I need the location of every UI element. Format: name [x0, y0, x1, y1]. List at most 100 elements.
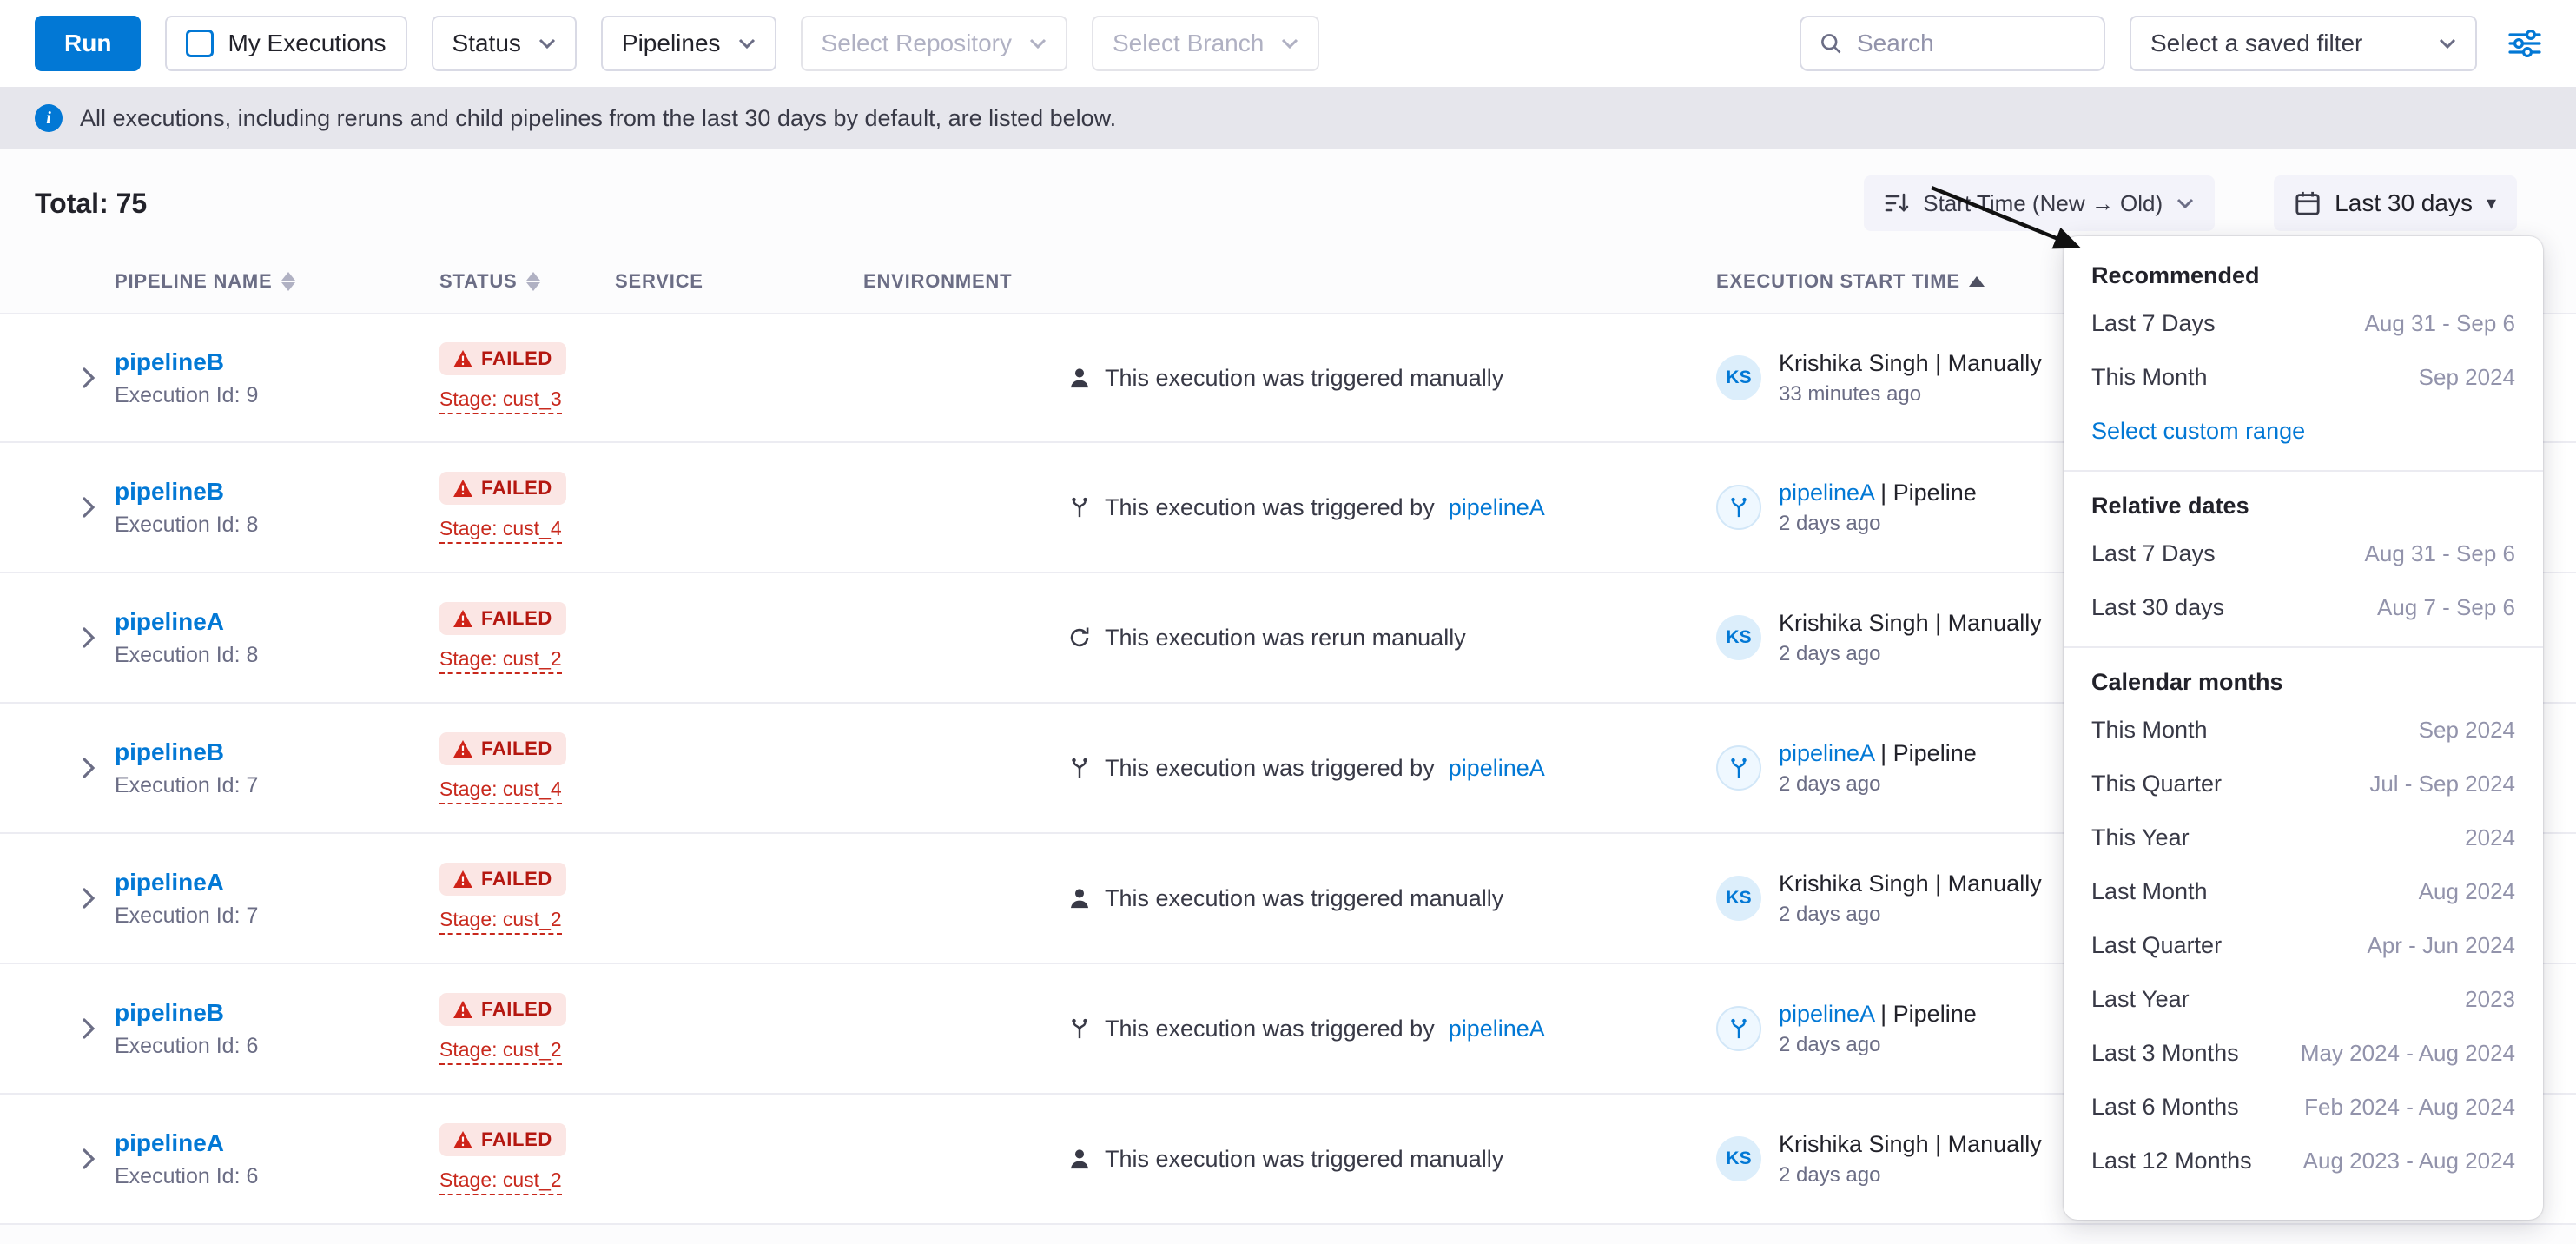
column-status[interactable]: STATUS	[439, 270, 615, 293]
warning-triangle-icon	[453, 1131, 472, 1148]
date-menu-item[interactable]: Select custom range	[2064, 404, 2543, 458]
info-banner: i All executions, including reruns and c…	[0, 87, 2576, 149]
execution-by-line: pipelineA | Pipeline	[1779, 740, 1977, 766]
status-cell: FAILED Stage: cust_2	[439, 602, 615, 674]
date-menu-item[interactable]: This Quarter Jul - Sep 2024	[2064, 757, 2543, 811]
row-expander[interactable]	[63, 367, 115, 388]
sort-arrow-up-icon[interactable]	[1969, 276, 1985, 287]
row-expander[interactable]	[63, 627, 115, 648]
date-menu-item-range: Aug 2023 - Aug 2024	[2303, 1148, 2515, 1175]
date-menu-item[interactable]: This Year 2024	[2064, 811, 2543, 864]
filter-sliders-icon[interactable]	[2508, 30, 2541, 57]
trigger-mode: Manually	[1948, 1131, 2042, 1157]
failed-stage-link[interactable]: Stage: cust_4	[439, 778, 562, 804]
trigger-pipeline-link[interactable]: pipelineA	[1449, 1016, 1545, 1042]
by-separator: |	[1935, 350, 1941, 376]
date-menu-items: This Month Sep 2024 This Quarter Jul - S…	[2064, 703, 2543, 1188]
trigger-pipeline-link[interactable]: pipelineA	[1449, 755, 1545, 782]
pipeline-name-link[interactable]: pipelineA	[115, 1129, 439, 1157]
date-menu-item[interactable]: Last 12 Months Aug 2023 - Aug 2024	[2064, 1134, 2543, 1188]
row-expander[interactable]	[63, 1148, 115, 1169]
executions-content: Total: 75 Start Time (New → Old)	[0, 149, 2576, 1244]
date-menu-item-label: This Year	[2091, 824, 2190, 851]
search-box[interactable]	[1800, 16, 2105, 71]
status-cell: FAILED Stage: cust_2	[439, 863, 615, 935]
user-icon	[1068, 1148, 1091, 1170]
sort-dropdown[interactable]: Start Time (New → Old)	[1864, 175, 2215, 231]
pipelines-filter-dropdown[interactable]: Pipelines	[601, 16, 776, 71]
failed-stage-link[interactable]: Stage: cust_2	[439, 908, 562, 935]
pipeline-name-cell: pipelineA Execution Id: 6	[115, 1129, 439, 1189]
pipelines-filter-label: Pipelines	[622, 30, 721, 57]
date-menu-item[interactable]: This Month Sep 2024	[2064, 350, 2543, 404]
date-menu-item[interactable]: This Month Sep 2024	[2064, 703, 2543, 757]
row-expander[interactable]	[63, 497, 115, 518]
pipeline-name-cell: pipelineB Execution Id: 9	[115, 348, 439, 408]
status-cell: FAILED Stage: cust_3	[439, 342, 615, 414]
execution-by-line: Krishika Singh | Manually	[1779, 350, 2042, 376]
date-menu-item[interactable]: Last 30 days Aug 7 - Sep 6	[2064, 580, 2543, 634]
select-branch-dropdown[interactable]: Select Branch	[1092, 16, 1319, 71]
execution-by-line: pipelineA | Pipeline	[1779, 1001, 1977, 1027]
list-header: Total: 75 Start Time (New → Old)	[0, 149, 2576, 250]
column-environment-label: ENVIRONMENT	[863, 270, 1012, 293]
date-menu-item-range: Aug 2024	[2419, 878, 2515, 905]
my-executions-toggle[interactable]: My Executions	[165, 16, 406, 71]
row-expander[interactable]	[63, 1018, 115, 1039]
pipeline-name-link[interactable]: pipelineB	[115, 738, 439, 766]
column-status-label: STATUS	[439, 270, 518, 293]
by-separator: |	[1935, 610, 1941, 636]
status-filter-dropdown[interactable]: Status	[432, 16, 577, 71]
trigger-mode: Manually	[1948, 870, 2042, 897]
warning-triangle-icon	[453, 870, 472, 888]
execution-by-line: Krishika Singh | Manually	[1779, 610, 2042, 636]
date-range-button[interactable]: Last 30 days ▾	[2274, 175, 2517, 231]
my-executions-checkbox[interactable]	[186, 30, 214, 57]
row-expander[interactable]	[63, 888, 115, 909]
status-badge: FAILED	[439, 472, 566, 505]
failed-stage-link[interactable]: Stage: cust_4	[439, 517, 562, 544]
failed-stage-link[interactable]: Stage: cust_2	[439, 1168, 562, 1195]
pipeline-name-link[interactable]: pipelineB	[115, 478, 439, 506]
column-pipeline-name[interactable]: PIPELINE NAME	[115, 270, 439, 293]
date-menu-item[interactable]: Last Year 2023	[2064, 972, 2543, 1026]
trigger-pipeline-link[interactable]: pipelineA	[1449, 494, 1545, 521]
select-repository-dropdown[interactable]: Select Repository	[801, 16, 1067, 71]
row-expander[interactable]	[63, 758, 115, 778]
trigger-info-cell: This execution was triggered by pipeline…	[863, 494, 1716, 521]
date-menu-item[interactable]: Last 6 Months Feb 2024 - Aug 2024	[2064, 1080, 2543, 1134]
date-menu-item[interactable]: Last Quarter Apr - Jun 2024	[2064, 918, 2543, 972]
failed-stage-link[interactable]: Stage: cust_2	[439, 1038, 562, 1065]
date-menu-item[interactable]: Last 3 Months May 2024 - Aug 2024	[2064, 1026, 2543, 1080]
my-executions-label: My Executions	[228, 30, 386, 57]
date-menu-item-range: Feb 2024 - Aug 2024	[2304, 1094, 2515, 1121]
date-menu-item-range: Sep 2024	[2419, 364, 2515, 391]
date-menu-item-label: Last Year	[2091, 986, 2190, 1013]
date-menu-item-range: Aug 7 - Sep 6	[2377, 594, 2515, 621]
trigger-text: This execution was triggered manually	[1105, 1146, 1503, 1173]
saved-filter-dropdown[interactable]: Select a saved filter	[2130, 16, 2477, 71]
sort-arrows-icon[interactable]	[526, 272, 540, 291]
column-execution-start-time-label: EXECUTION START TIME	[1716, 270, 1960, 293]
run-button[interactable]: Run	[35, 16, 141, 71]
failed-stage-link[interactable]: Stage: cust_3	[439, 387, 562, 414]
trigger-text: This execution was triggered manually	[1105, 885, 1503, 912]
execution-by-line: pipelineA | Pipeline	[1779, 480, 1977, 506]
date-menu-item-range: Sep 2024	[2419, 717, 2515, 744]
date-menu-item[interactable]: Last 7 Days Aug 31 - Sep 6	[2064, 296, 2543, 350]
avatar: KS	[1716, 1136, 1761, 1181]
sort-arrows-icon[interactable]	[281, 272, 295, 291]
pipeline-name-link[interactable]: pipelineB	[115, 348, 439, 376]
warning-triangle-icon	[453, 480, 472, 497]
failed-stage-link[interactable]: Stage: cust_2	[439, 647, 562, 674]
pipeline-name-link[interactable]: pipelineB	[115, 999, 439, 1027]
pipeline-name-link[interactable]: pipelineA	[115, 608, 439, 636]
select-repository-label: Select Repository	[822, 30, 1012, 57]
date-menu-item-range: 2024	[2465, 824, 2515, 851]
pipeline-name-link[interactable]: pipelineA	[115, 869, 439, 897]
search-input[interactable]	[1857, 30, 2086, 57]
date-menu-item[interactable]: Last Month Aug 2024	[2064, 864, 2543, 918]
pipeline-avatar-icon	[1716, 745, 1761, 791]
status-badge: FAILED	[439, 993, 566, 1026]
date-menu-item[interactable]: Last 7 Days Aug 31 - Sep 6	[2064, 526, 2543, 580]
